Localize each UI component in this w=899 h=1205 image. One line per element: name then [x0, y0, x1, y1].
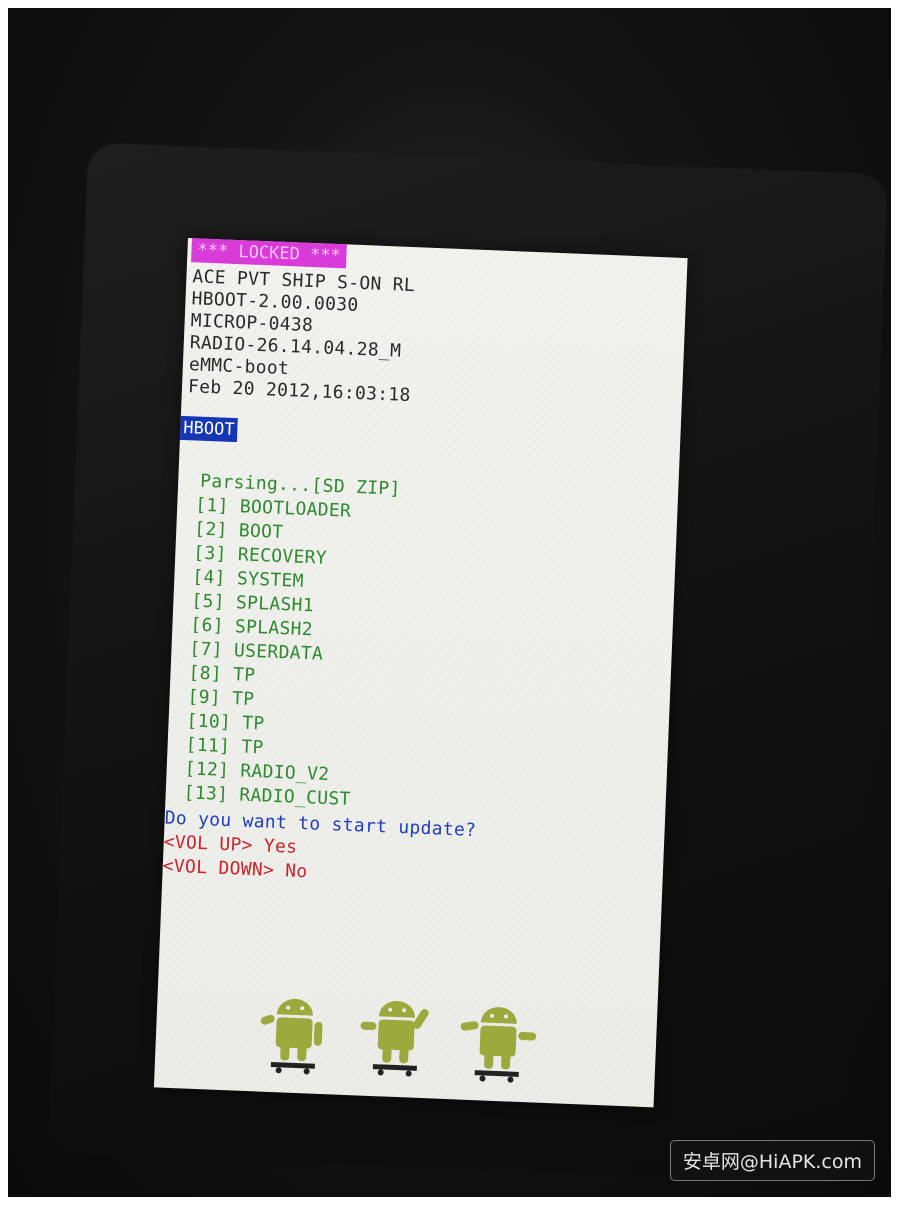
partition-item: [9] TP	[187, 686, 255, 711]
partition-item: [8] TP	[188, 662, 256, 687]
partition-item: [3] RECOVERY	[192, 542, 328, 569]
partition-item: [4] SYSTEM	[191, 566, 305, 592]
header-line: Feb 20 2012,16:03:18	[187, 376, 412, 407]
partition-item: [10] TP	[186, 710, 265, 735]
vol-down-option: <VOL DOWN> No	[162, 855, 308, 883]
vol-up-option: <VOL UP> Yes	[163, 831, 298, 858]
partition-item: [5] SPLASH1	[191, 590, 315, 617]
hboot-mode-label: HBOOT	[179, 415, 238, 443]
locked-banner: *** LOCKED ***	[191, 238, 348, 269]
partition-item: [11] TP	[185, 734, 264, 759]
watermark: 安卓网@HiAPK.com	[669, 1140, 875, 1181]
partition-item: [6] SPLASH2	[190, 614, 314, 641]
partition-item: [13] RADIO_CUST	[183, 782, 352, 810]
partition-item: [7] USERDATA	[189, 638, 324, 665]
partition-item: [12] RADIO_V2	[184, 758, 330, 786]
photo: *** LOCKED *** ACE PVT SHIP S-ON RL HBOO…	[8, 8, 891, 1197]
android-skateboard-icon	[260, 998, 323, 1075]
android-skateboard-icon	[460, 1007, 537, 1083]
hboot-screen: *** LOCKED *** ACE PVT SHIP S-ON RL HBOO…	[153, 238, 688, 1108]
partition-item: [2] BOOT	[193, 518, 284, 544]
android-skateboard-icon	[360, 1001, 429, 1077]
